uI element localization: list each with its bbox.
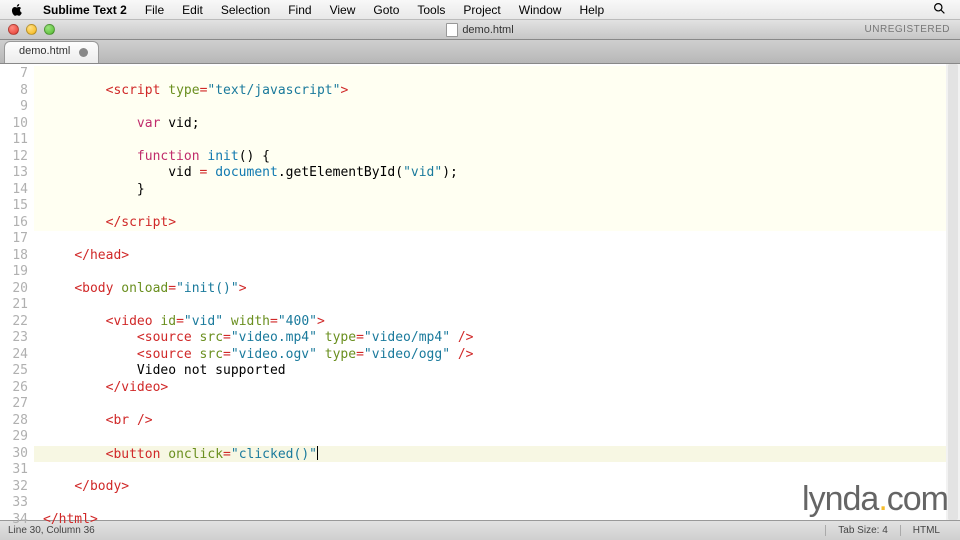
line-number: 22: [0, 314, 34, 331]
code-line[interactable]: </head>: [34, 248, 946, 265]
line-number: 32: [0, 479, 34, 496]
code-line[interactable]: }: [34, 182, 946, 199]
menu-selection[interactable]: Selection: [212, 3, 279, 17]
code-line[interactable]: [34, 99, 946, 116]
zoom-button[interactable]: [44, 24, 55, 35]
menu-goto[interactable]: Goto: [364, 3, 408, 17]
menu-find[interactable]: Find: [279, 3, 320, 17]
code-line[interactable]: function init() {: [34, 149, 946, 166]
unregistered-label: UNREGISTERED: [865, 24, 950, 35]
code-line[interactable]: </html>: [34, 512, 946, 529]
line-number: 24: [0, 347, 34, 364]
line-number: 12: [0, 149, 34, 166]
code-line[interactable]: Video not supported: [34, 363, 946, 380]
app-name[interactable]: Sublime Text 2: [34, 3, 136, 17]
line-number: 26: [0, 380, 34, 397]
line-number: 14: [0, 182, 34, 199]
minimap[interactable]: [946, 64, 960, 520]
menu-help[interactable]: Help: [570, 3, 613, 17]
line-number: 33: [0, 495, 34, 512]
line-number: 21: [0, 297, 34, 314]
code-area[interactable]: <script type="text/javascript"> var vid;…: [34, 64, 946, 520]
line-number: 11: [0, 132, 34, 149]
menu-view[interactable]: View: [321, 3, 365, 17]
line-number: 20: [0, 281, 34, 298]
spotlight-search-icon[interactable]: [933, 2, 946, 18]
traffic-lights: [8, 24, 55, 35]
code-line[interactable]: [34, 429, 946, 446]
minimize-button[interactable]: [26, 24, 37, 35]
code-line[interactable]: <source src="video.mp4" type="video/mp4"…: [34, 330, 946, 347]
line-number: 10: [0, 116, 34, 133]
line-gutter: 7891011121314151617181920212223242526272…: [0, 64, 34, 520]
line-number: 28: [0, 413, 34, 430]
menu-window[interactable]: Window: [510, 3, 571, 17]
line-number: 15: [0, 198, 34, 215]
code-line[interactable]: [34, 66, 946, 83]
line-number: 29: [0, 429, 34, 446]
line-number: 27: [0, 396, 34, 413]
code-line[interactable]: [34, 396, 946, 413]
code-line[interactable]: [34, 264, 946, 281]
code-line[interactable]: </video>: [34, 380, 946, 397]
code-line[interactable]: <script type="text/javascript">: [34, 83, 946, 100]
code-line[interactable]: vid = document.getElementById("vid");: [34, 165, 946, 182]
code-line[interactable]: [34, 297, 946, 314]
code-line[interactable]: <source src="video.ogv" type="video/ogg"…: [34, 347, 946, 364]
line-number: 19: [0, 264, 34, 281]
code-line[interactable]: [34, 198, 946, 215]
line-number: 8: [0, 83, 34, 100]
line-number: 17: [0, 231, 34, 248]
dirty-indicator-icon: [79, 48, 88, 57]
menu-edit[interactable]: Edit: [173, 3, 212, 17]
code-line[interactable]: [34, 462, 946, 479]
code-line[interactable]: [34, 231, 946, 248]
line-number: 16: [0, 215, 34, 232]
editor[interactable]: 7891011121314151617181920212223242526272…: [0, 64, 960, 520]
line-number: 31: [0, 462, 34, 479]
tab-bar: demo.html: [0, 40, 960, 64]
line-number: 13: [0, 165, 34, 182]
line-number: 30: [0, 446, 34, 463]
apple-logo-icon[interactable]: [10, 3, 24, 17]
line-number: 34: [0, 512, 34, 529]
close-button[interactable]: [8, 24, 19, 35]
tab-label: demo.html: [19, 45, 70, 57]
menu-file[interactable]: File: [136, 3, 173, 17]
mac-menubar: Sublime Text 2 FileEditSelectionFindView…: [0, 0, 960, 20]
code-line[interactable]: </body>: [34, 479, 946, 496]
code-line[interactable]: <body onload="init()">: [34, 281, 946, 298]
line-number: 18: [0, 248, 34, 265]
code-line[interactable]: <br />: [34, 413, 946, 430]
menu-project[interactable]: Project: [454, 3, 509, 17]
line-number: 25: [0, 363, 34, 380]
line-number: 7: [0, 66, 34, 83]
line-number: 23: [0, 330, 34, 347]
line-number: 9: [0, 99, 34, 116]
tab-demo-html[interactable]: demo.html: [4, 41, 99, 63]
document-icon: [446, 23, 458, 37]
code-line[interactable]: var vid;: [34, 116, 946, 133]
code-line[interactable]: <button onclick="clicked()": [34, 446, 946, 463]
code-line[interactable]: <video id="vid" width="400">: [34, 314, 946, 331]
code-line[interactable]: </script>: [34, 215, 946, 232]
window-titlebar: demo.html UNREGISTERED: [0, 20, 960, 40]
minimap-thumb[interactable]: [948, 64, 958, 520]
menu-tools[interactable]: Tools: [408, 3, 454, 17]
code-line[interactable]: [34, 495, 946, 512]
window-title: demo.html: [462, 24, 513, 36]
code-line[interactable]: [34, 132, 946, 149]
